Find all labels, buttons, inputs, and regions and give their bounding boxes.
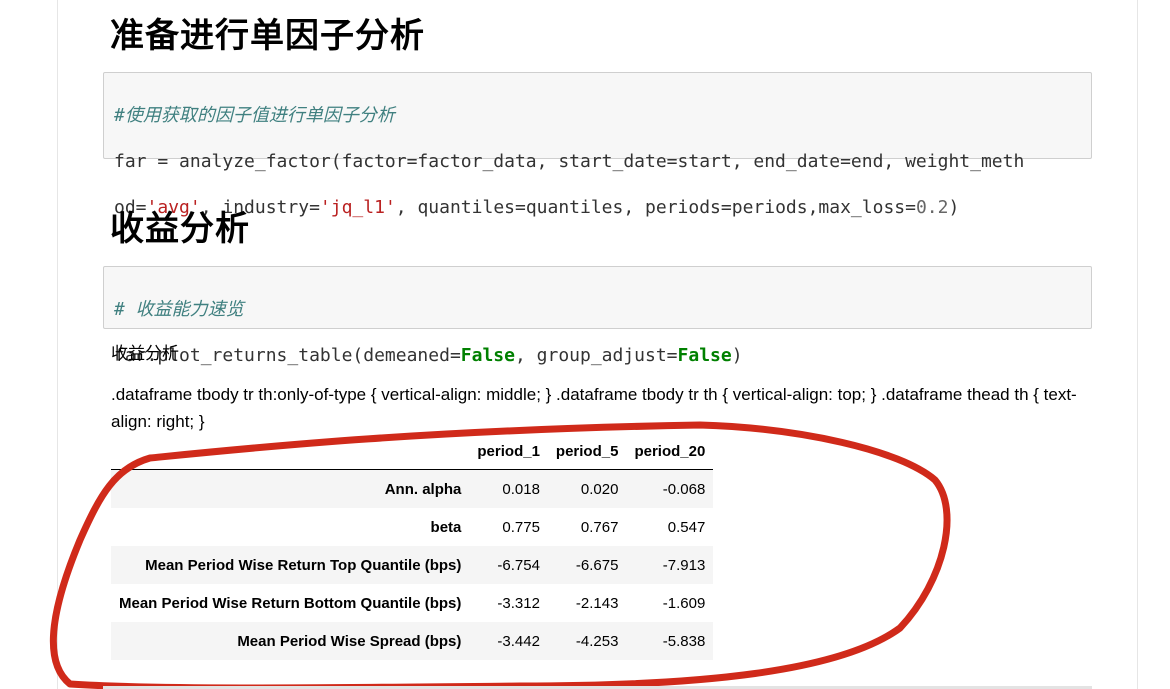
row-label: Ann. alpha [384,480,462,498]
notebook-right-border [1137,0,1138,689]
output-title: 收益分析 [111,344,179,363]
code-comment: # 收益能力速览 [114,299,244,320]
table-cell: 0.775 [502,518,540,536]
table-cell: -5.838 [662,632,706,650]
code-line-1: far = analyze_factor(factor=factor_data,… [114,151,1025,172]
table-header-row: period_1 period_5 period_20 [111,433,714,470]
table-cell: -0.068 [662,480,706,498]
table-cell: -3.442 [497,632,540,650]
column-header-period-5: period_5 [547,433,627,470]
table-cell: 0.020 [580,480,619,498]
table-cell: -2.143 [575,594,619,612]
row-label: Mean Period Wise Return Bottom Quantile … [119,594,462,612]
code-line-2: od='avg', industry='jq_l1', quantiles=qu… [114,197,960,218]
output-css-text: .dataframe tbody tr th:only-of-type { ve… [111,385,1077,431]
code-comment: #使用获取的因子值进行单因子分析 [114,105,395,126]
returns-table: period_1 period_5 period_20 Ann. alpha 0… [111,433,714,660]
table-row: Mean Period Wise Spread (bps) -3.442 -4.… [111,622,714,660]
notebook-left-border [57,0,58,689]
table-row: Mean Period Wise Return Bottom Quantile … [111,584,713,622]
table-cell: 0.547 [667,518,706,536]
table-row: Mean Period Wise Return Top Quantile (bp… [111,546,714,584]
table-row: Ann. alpha 0.018 0.020 -0.068 [111,469,714,508]
code-cell-returns-table[interactable]: # 收益能力速览 far.plot_returns_table(demeaned… [103,266,1092,366]
table-cell: -1.609 [662,594,706,612]
column-header-period-1: period_1 [469,433,548,470]
table-cell: -4.253 [575,632,619,650]
table-cell: 0.767 [580,518,619,536]
code-line-1: far.plot_returns_table(demeaned=False, g… [114,345,743,366]
row-label: beta [430,518,462,536]
table-cell: -3.312 [497,594,540,612]
heading-prepare: 准备进行单因子分析 [110,17,425,55]
column-header-index [111,433,470,470]
table-row: beta 0.775 0.767 0.547 [111,508,713,546]
row-label: Mean Period Wise Return Top Quantile (bp… [145,556,462,574]
table-cell: -7.913 [662,556,706,574]
column-header-period-20: period_20 [626,433,714,470]
table-cell: 0.018 [502,480,540,498]
table-cell: -6.675 [575,556,619,574]
code-cell-analyze-factor[interactable]: #使用获取的因子值进行单因子分析 far = analyze_factor(fa… [103,72,1092,218]
table-cell: -6.754 [497,556,540,574]
heading-returns: 收益分析 [110,210,250,248]
row-label: Mean Period Wise Spread (bps) [237,632,462,650]
